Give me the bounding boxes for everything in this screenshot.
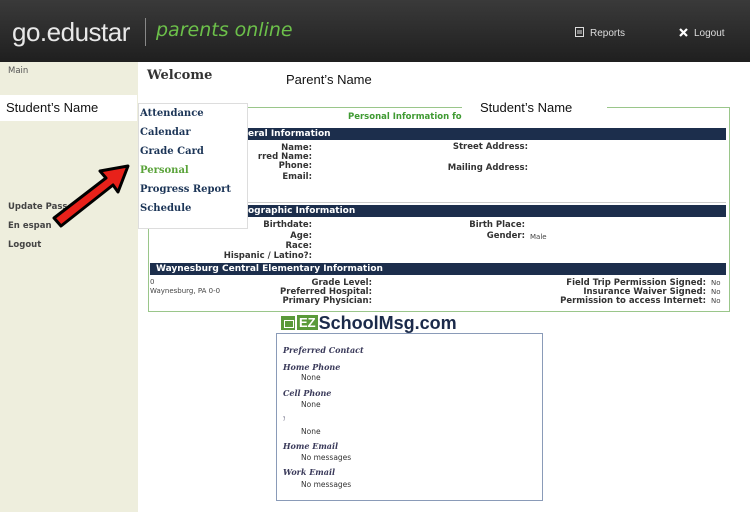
close-icon xyxy=(679,27,688,37)
other-contact-value: None xyxy=(301,427,321,436)
general-info-title: eral Information xyxy=(248,129,331,139)
sidebar-item-spanish[interactable]: En espan xyxy=(8,221,52,231)
page-title: Welcome xyxy=(147,68,213,83)
home-phone-value: None xyxy=(301,373,321,382)
menu-item-grade-card[interactable]: Grade Card xyxy=(140,146,204,157)
reports-label: Reports xyxy=(590,28,626,39)
brand-logo[interactable]: go.edustar xyxy=(12,17,130,48)
menu-item-schedule[interactable]: Schedule xyxy=(140,203,191,214)
insurance-waiver-value: No xyxy=(711,288,721,296)
birth-place-label: Birth Place: xyxy=(469,220,525,230)
preferred-contact-heading: Preferred Contact xyxy=(283,345,364,355)
personal-info-title: Personal Information for xyxy=(348,112,466,122)
student-name-annotation-right: Student’s Name xyxy=(462,99,607,123)
other-contact-label: ו xyxy=(283,414,286,423)
document-icon xyxy=(575,27,584,37)
menu-item-calendar[interactable]: Calendar xyxy=(140,127,191,138)
logout-button[interactable]: Logout xyxy=(679,27,725,39)
cell-phone-value: None xyxy=(301,400,321,409)
field-trip-value: No xyxy=(711,279,721,287)
envelope-icon xyxy=(281,316,295,330)
home-phone-label: Home Phone xyxy=(283,362,341,372)
logo-text: SchoolMsg.com xyxy=(318,313,457,333)
sidebar xyxy=(0,62,138,512)
ezschoolmsg-logo[interactable]: EZ SchoolMsg.com xyxy=(281,313,457,334)
work-email-label: Work Email xyxy=(283,467,336,477)
school-address-line1: 0 xyxy=(150,278,155,286)
brand-tagline: parents online xyxy=(156,19,293,41)
cell-phone-label: Cell Phone xyxy=(283,388,332,398)
hispanic-label: Hispanic / Latino?: xyxy=(223,251,312,261)
red-arrow-icon xyxy=(52,164,130,228)
street-address-label: Street Address: xyxy=(452,142,528,152)
work-email-value: No messages xyxy=(301,480,352,489)
logout-label: Logout xyxy=(694,28,725,39)
home-email-label: Home Email xyxy=(283,441,339,451)
primary-physician-label: Primary Physician: xyxy=(282,296,372,306)
mailing-address-label: Mailing Address: xyxy=(447,163,528,173)
menu-item-personal[interactable]: Personal xyxy=(140,165,189,176)
menu-item-attendance[interactable]: Attendance xyxy=(140,108,204,119)
sidebar-main-link[interactable]: Main xyxy=(8,66,28,76)
brand-divider xyxy=(145,18,146,46)
gender-label: Gender: xyxy=(486,231,525,241)
menu-item-progress-report[interactable]: Progress Report xyxy=(140,184,231,195)
parent-name-annotation: Parent’s Name xyxy=(212,64,455,92)
demographic-info-title: ographic Information xyxy=(248,206,356,216)
school-address-line2: Waynesburg, PA 0-0 xyxy=(150,287,221,295)
race-label: Race: xyxy=(285,241,312,251)
school-info-title: Waynesburg Central Elementary Informatio… xyxy=(156,264,383,274)
sidebar-item-logout[interactable]: Logout xyxy=(8,240,41,250)
reports-button[interactable]: Reports xyxy=(575,27,625,39)
gender-value: Male xyxy=(530,233,547,241)
internet-permission-label: Permission to access Internet: xyxy=(560,296,706,306)
logo-ez: EZ xyxy=(297,315,318,330)
student-name-annotation: Student’s Name xyxy=(0,95,137,121)
age-label: Age: xyxy=(290,231,312,241)
home-email-value: No messages xyxy=(301,453,352,462)
internet-permission-value: No xyxy=(711,297,721,305)
